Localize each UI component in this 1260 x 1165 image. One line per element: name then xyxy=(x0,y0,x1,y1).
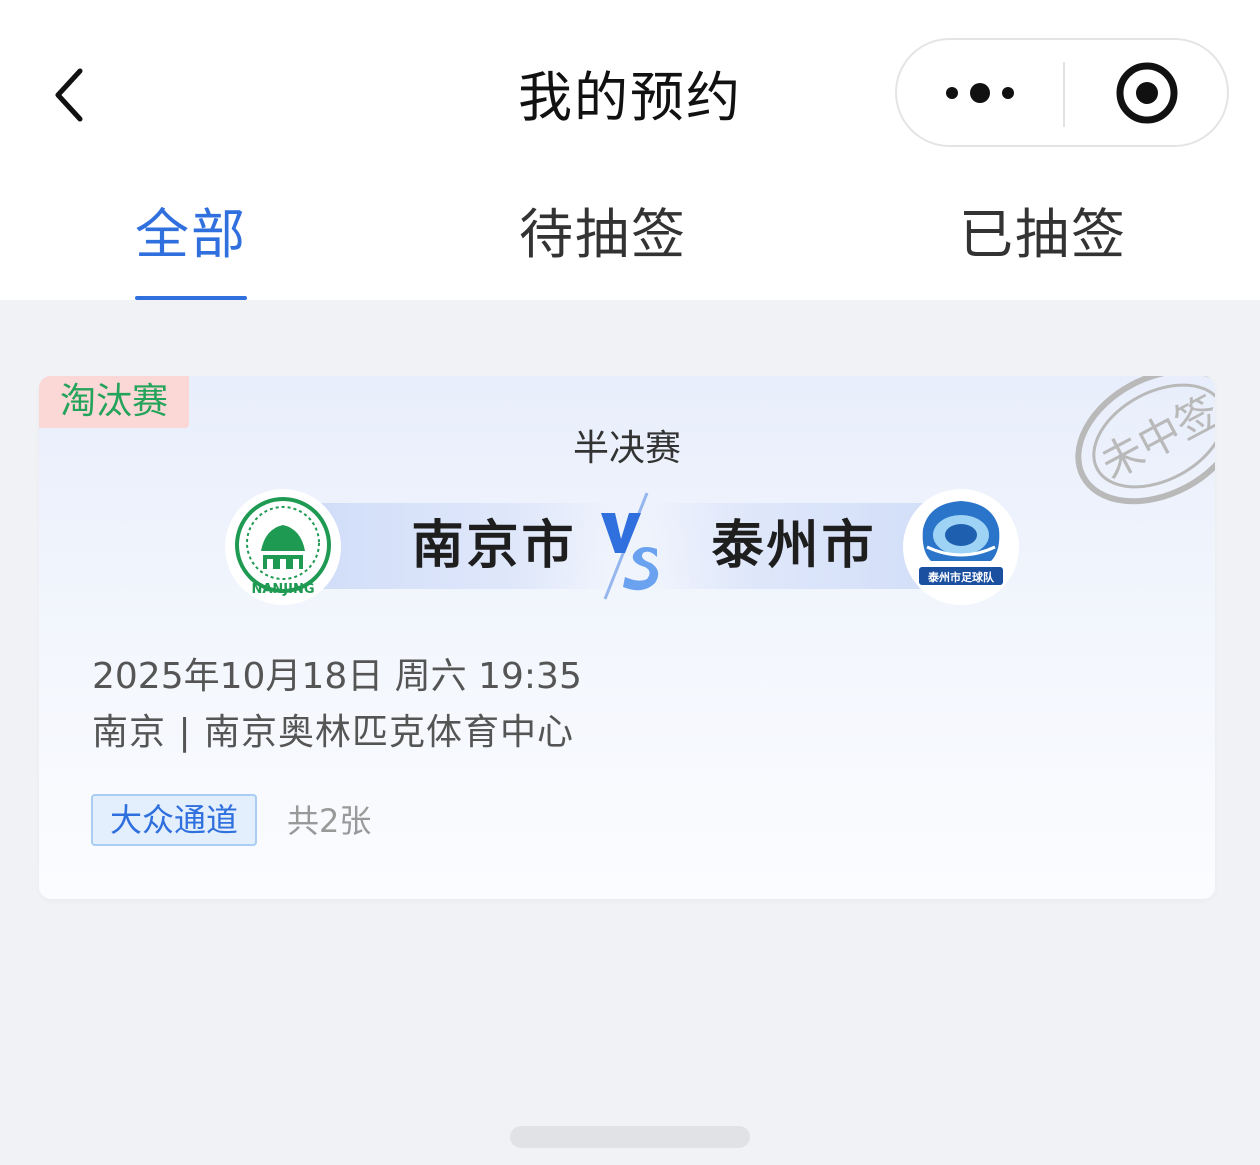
tab-bar: 全部 待抽签 已抽签 xyxy=(0,190,1260,300)
top-bar: 我的预约 全部 待抽签 已抽签 xyxy=(0,0,1260,300)
away-team-logo: 泰州市足球队 xyxy=(903,489,1019,605)
home-logo-text: NANJING xyxy=(251,582,314,597)
away-team-name: 泰州市 xyxy=(711,516,877,576)
chevron-left-icon xyxy=(55,68,83,122)
page-title: 我的预约 xyxy=(518,66,742,129)
home-team-logo: NANJING xyxy=(225,489,341,605)
match-stage: 半决赛 xyxy=(572,428,681,469)
target-close-icon xyxy=(1116,62,1178,123)
tab-all[interactable]: 全部 xyxy=(135,190,247,300)
miniprogram-capsule xyxy=(895,38,1229,147)
away-logo-text: 泰州市足球队 xyxy=(927,570,995,584)
channel-badge: 大众通道 xyxy=(91,794,257,846)
vs-icon: VS xyxy=(601,492,659,600)
ticket-count: 共2张 xyxy=(287,802,372,840)
home-indicator xyxy=(510,1126,750,1148)
match-type-tag: 淘汰赛 xyxy=(39,376,189,428)
tab-drawn[interactable]: 已抽签 xyxy=(958,190,1128,300)
close-button[interactable] xyxy=(1065,40,1229,145)
tab-pending-draw[interactable]: 待抽签 xyxy=(518,190,688,300)
tab-active-indicator xyxy=(135,296,247,300)
match-datetime: 2025年10月18日 周六 19:35 xyxy=(92,656,582,697)
reservation-card[interactable]: 淘汰赛 未中签 半决赛 NANJING 南京市 VS 泰州市 xyxy=(39,376,1215,899)
more-dots-icon xyxy=(946,82,1014,103)
home-team-name: 南京市 xyxy=(411,516,577,576)
back-button[interactable] xyxy=(40,55,100,135)
match-venue: 南京 | 南京奥林匹克体育中心 xyxy=(92,712,575,753)
more-button[interactable] xyxy=(897,40,1063,145)
